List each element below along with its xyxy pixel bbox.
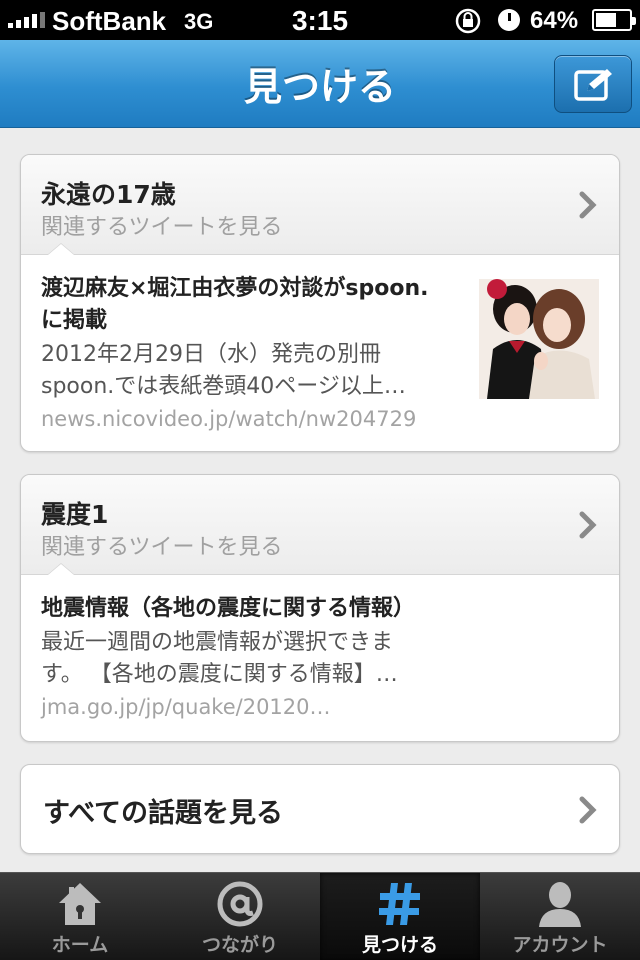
related-tweets-link: 関連するツイートを見る [41, 215, 283, 240]
story-description: 最近一週間の地震情報が選択できま す。 【各地の震度に関する情報】… [41, 630, 398, 687]
topic-card: 永遠の17歳 関連するツイートを見る 渡辺麻友×堀江由衣夢の対談がspoon. … [20, 154, 620, 452]
alarm-icon [498, 9, 520, 31]
chevron-right-icon [579, 796, 597, 824]
related-tweets-link: 関連するツイートを見る [41, 535, 283, 560]
tab-label: アカウント [512, 934, 608, 956]
tab-connect[interactable]: つながり [160, 873, 320, 960]
tab-home[interactable]: ホーム [0, 873, 160, 960]
story-item[interactable]: 渡辺麻友×堀江由衣夢の対談がspoon. に掲載 2012年2月29日（水）発売… [21, 255, 619, 451]
hashtag-icon [379, 883, 420, 925]
tab-discover[interactable]: 見つける [320, 873, 480, 960]
chevron-right-icon [579, 191, 597, 219]
person-icon [539, 882, 581, 927]
battery-percent: 64% [530, 7, 579, 34]
tab-label: 見つける [361, 934, 438, 956]
topic-title: 震度1 [41, 500, 109, 529]
story-title: 渡辺麻友×堀江由衣夢の対談がspoon. に掲載 [41, 276, 429, 333]
battery-icon [592, 9, 636, 31]
story-url: news.nicovideo.jp/watch/nw204729 [41, 407, 417, 431]
story-description: 2012年2月29日（水）発売の別冊 spoon.では表紙巻頭40ページ以上… [41, 342, 406, 399]
story-thumbnail [479, 279, 599, 399]
home-icon [59, 883, 101, 925]
tab-label: つながり [201, 934, 278, 956]
page-title: 見つける [243, 65, 396, 109]
navigation-bar: 見つける [0, 40, 640, 128]
rotation-lock-icon [455, 8, 481, 34]
topic-card: 震度1 関連するツイートを見る 地震情報（各地の震度に関する情報） 最近一週間の… [20, 474, 620, 742]
tab-bar: ホーム つながり 見つける アカウント [0, 872, 640, 960]
topic-header[interactable]: 震度1 関連するツイートを見る [21, 475, 619, 575]
tab-label: ホーム [51, 934, 109, 956]
chevron-right-icon [579, 511, 597, 539]
compose-icon [574, 69, 612, 101]
topic-header[interactable]: 永遠の17歳 関連するツイートを見る [21, 155, 619, 255]
all-topics-label: すべての話題を見る [43, 798, 284, 829]
compose-button[interactable] [554, 55, 632, 113]
status-bar: SoftBank 3G 3:15 64% [0, 0, 640, 40]
at-icon [217, 881, 263, 927]
tab-account[interactable]: アカウント [480, 873, 640, 960]
all-topics-button[interactable]: すべての話題を見る [20, 764, 620, 854]
story-url: jma.go.jp/jp/quake/20120… [41, 695, 331, 719]
story-item[interactable]: 地震情報（各地の震度に関する情報） 最近一週間の地震情報が選択できま す。 【各… [21, 575, 619, 741]
topic-title: 永遠の17歳 [41, 180, 176, 209]
story-title: 地震情報（各地の震度に関する情報） [41, 596, 416, 621]
